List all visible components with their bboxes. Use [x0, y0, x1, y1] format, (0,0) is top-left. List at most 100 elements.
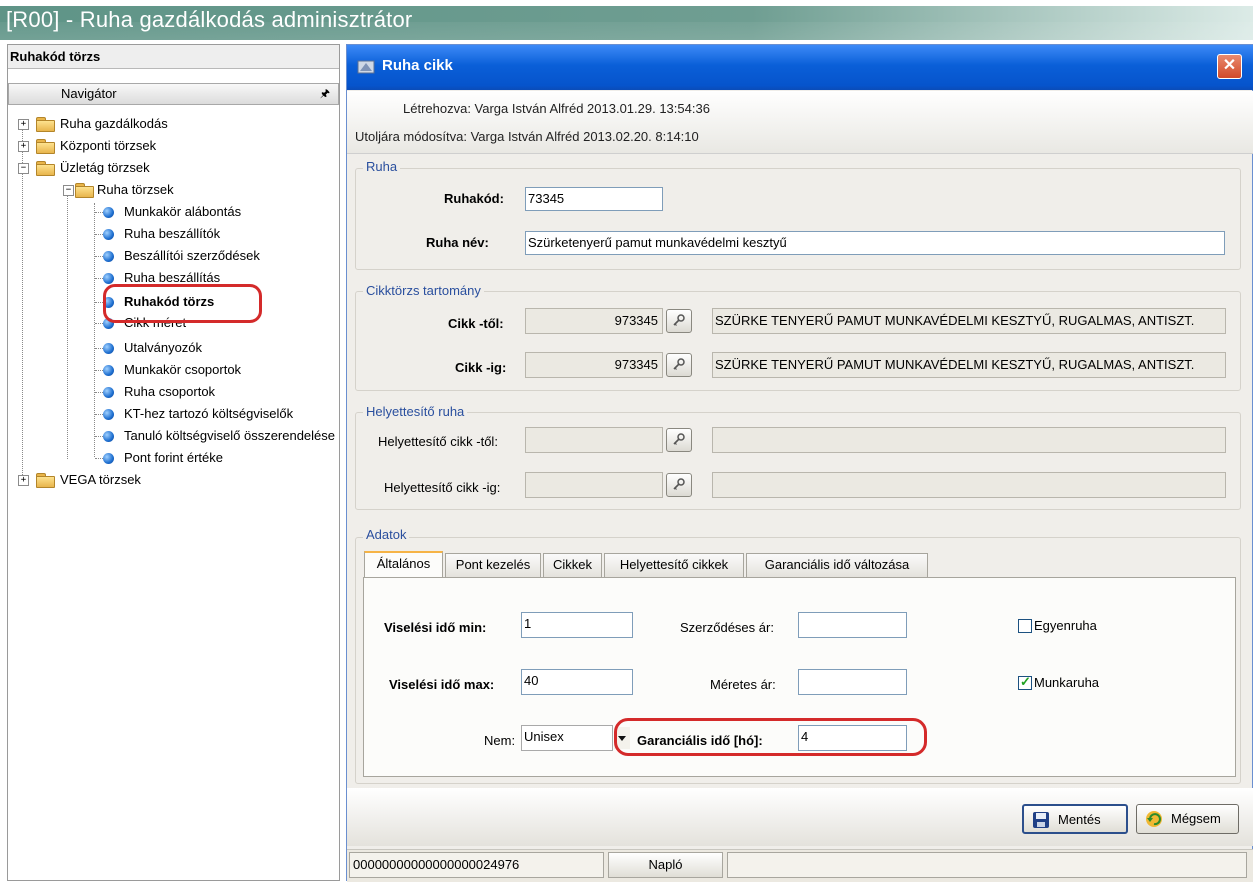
tree-item-label: Központi törzsek	[60, 138, 157, 153]
helyettesito-tol-input[interactable]	[525, 427, 663, 453]
key-icon	[673, 358, 685, 370]
viselesi-ido-max-label: Viselési idő max:	[389, 677, 495, 692]
leaf-bullet-icon	[103, 409, 114, 420]
tree-item-label: Ruha beszállítók	[124, 226, 221, 241]
ruhakod-label: Ruhakód:	[444, 191, 504, 206]
navigator-label: Navigátor	[61, 86, 117, 101]
tree-item-label: Üzletág törzsek	[60, 160, 150, 175]
tab-garancialis-ido-valtozasa[interactable]: Garanciális idő változása	[746, 553, 928, 577]
tree-item-label: Pont forint értéke	[124, 450, 223, 465]
group-title-ruha: Ruha	[363, 159, 401, 174]
folder-open-icon	[36, 161, 55, 176]
record-id-field: 00000000000000000024976	[349, 852, 604, 878]
leaf-bullet-icon	[103, 343, 114, 354]
tree-item-label: Tanuló költségviselő összerendelése	[124, 428, 336, 443]
floppy-disk-icon	[1033, 812, 1049, 828]
key-icon	[673, 314, 685, 326]
highlight-oval-garancialis-ido	[614, 718, 927, 756]
dialog-title-bar[interactable]: Ruha cikk	[347, 45, 1253, 90]
tree-item-utalvanyozok[interactable]: Utalványozók	[95, 337, 335, 359]
nem-select[interactable]: Unisex	[521, 725, 613, 751]
modified-info: Utoljára módosítva: Varga István Alfréd …	[355, 129, 699, 144]
ruha-nev-input[interactable]: Szürketenyerű pamut munkavédelmi kesztyű	[525, 231, 1225, 255]
egyenruha-label: Egyenruha	[1034, 618, 1097, 633]
tree-item-uzletag-torzsek[interactable]: − Üzletág törzsek	[16, 157, 336, 179]
navigator-header[interactable]: Navigátor 🖈	[8, 83, 339, 105]
leaf-bullet-icon	[103, 431, 114, 442]
munkaruha-label: Munkaruha	[1034, 675, 1100, 690]
leaf-bullet-icon	[103, 251, 114, 262]
expand-icon[interactable]: +	[18, 119, 29, 130]
cikk-ig-input[interactable]: 973345	[525, 352, 663, 378]
tree-item-ruha-csoportok[interactable]: Ruha csoportok	[95, 381, 335, 403]
tree-item-label: Ruha törzsek	[97, 182, 174, 197]
egyenruha-checkbox[interactable]	[1018, 619, 1032, 633]
tree-item-ruha-beszallitok[interactable]: Ruha beszállítók	[95, 223, 335, 245]
leaf-bullet-icon	[103, 387, 114, 398]
save-label: Mentés	[1058, 812, 1101, 827]
cikk-tol-input[interactable]: 973345	[525, 308, 663, 334]
cikk-tol-description: SZÜRKE TENYERŰ PAMUT MUNKAVÉDELMI KESZTY…	[712, 308, 1226, 334]
close-icon: ✕	[1222, 57, 1237, 74]
pin-icon[interactable]: 🖈	[320, 84, 330, 104]
naplo-button[interactable]: Napló	[608, 852, 723, 878]
tree-item-munkakor-csoportok[interactable]: Munkakör csoportok	[95, 359, 335, 381]
szerzodeses-ar-input[interactable]	[798, 612, 907, 638]
viselesi-ido-min-label: Viselési idő min:	[384, 620, 487, 635]
tree-item-label: VEGA törzsek	[60, 472, 141, 487]
folder-icon	[36, 139, 55, 154]
expand-icon[interactable]: +	[18, 475, 29, 486]
tree-item-kozponti-torzsek[interactable]: + Központi törzsek	[16, 135, 336, 157]
tree-item-label: Utalványozók	[124, 340, 203, 355]
tree-item-label: Beszállítói szerződések	[124, 248, 260, 263]
helyettesito-tol-description	[712, 427, 1226, 453]
group-title-adatok: Adatok	[363, 527, 410, 542]
tree-item-tanulo-koltsegviselo[interactable]: Tanuló költségviselő összerendelése	[95, 425, 339, 447]
tree-item-ruha-gazdalkodas[interactable]: + Ruha gazdálkodás	[16, 113, 336, 135]
tree-item-munkakor-alabontas[interactable]: Munkakör alábontás	[95, 201, 335, 223]
cancel-button[interactable]: Mégsem	[1136, 804, 1239, 834]
folder-icon	[36, 473, 55, 488]
szerzodeses-ar-label: Szerződéses ár:	[680, 620, 774, 635]
viselesi-ido-min-input[interactable]: 1	[521, 612, 633, 638]
cikk-ig-lookup-button[interactable]	[666, 353, 692, 377]
group-title-cikktorzs: Cikktörzs tartomány	[363, 283, 484, 298]
meretes-ar-input[interactable]	[798, 669, 907, 695]
tree-item-kt-koltsegviselok[interactable]: KT-hez tartozó költségviselők	[95, 403, 335, 425]
cikk-ig-description: SZÜRKE TENYERŰ PAMUT MUNKAVÉDELMI KESZTY…	[712, 352, 1226, 378]
created-info: Létrehozva: Varga István Alfréd 2013.01.…	[403, 101, 710, 116]
status-panel	[727, 852, 1247, 878]
tree-item-label: Ruha gazdálkodás	[60, 116, 168, 131]
collapse-icon[interactable]: −	[63, 185, 74, 196]
key-icon	[673, 433, 685, 445]
app-title: [R00] - Ruha gazdálkodás adminisztrátor	[6, 7, 413, 32]
ruhakod-input[interactable]: 73345	[525, 187, 663, 211]
helyettesito-tol-lookup-button[interactable]	[666, 428, 692, 452]
tab-helyettesito-cikkek[interactable]: Helyettesítő cikkek	[604, 553, 744, 577]
leaf-bullet-icon	[103, 273, 114, 284]
tree-item-vega-torzsek[interactable]: + VEGA törzsek	[16, 469, 336, 491]
expand-icon[interactable]: +	[18, 141, 29, 152]
group-title-helyettesito: Helyettesítő ruha	[363, 404, 468, 419]
helyettesito-ig-label: Helyettesítő cikk -ig:	[384, 480, 501, 495]
tab-altalanos[interactable]: Általános	[364, 551, 443, 577]
tree-line	[67, 191, 68, 459]
cikk-tol-lookup-button[interactable]	[666, 309, 692, 333]
checkmark-icon: ✓	[1020, 674, 1031, 689]
munkaruha-checkbox[interactable]: ✓	[1018, 674, 1032, 690]
close-button[interactable]: ✕	[1217, 54, 1242, 79]
helyettesito-ig-lookup-button[interactable]	[666, 473, 692, 497]
collapse-icon[interactable]: −	[18, 163, 29, 174]
audit-info: Létrehozva: Varga István Alfréd 2013.01.…	[347, 91, 1253, 154]
leaf-bullet-icon	[103, 453, 114, 464]
tab-cikkek[interactable]: Cikkek	[543, 553, 602, 577]
helyettesito-ig-input[interactable]	[525, 472, 663, 498]
tree-item-ruha-torzsek[interactable]: − Ruha törzsek	[61, 179, 336, 201]
viselesi-ido-max-input[interactable]: 40	[521, 669, 633, 695]
ruha-nev-label: Ruha név:	[426, 235, 489, 250]
tab-pont-kezeles[interactable]: Pont kezelés	[445, 553, 541, 577]
tree-item-beszallitoi-szerzodesek[interactable]: Beszállítói szerződések	[95, 245, 335, 267]
tree-item-label: Ruha csoportok	[124, 384, 216, 399]
tree-item-pont-forint-erteke[interactable]: Pont forint értéke	[95, 447, 335, 469]
save-button[interactable]: Mentés	[1022, 804, 1128, 834]
